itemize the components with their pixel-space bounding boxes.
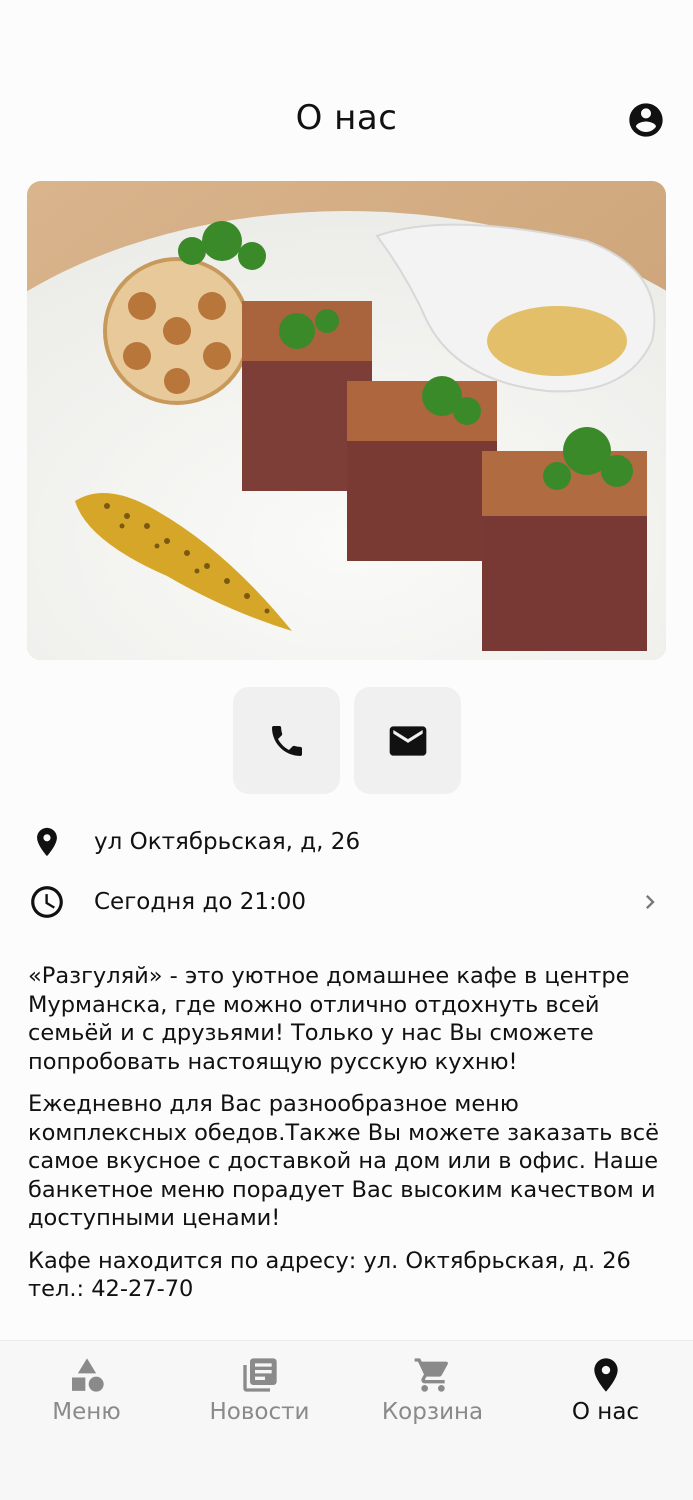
account-circle-icon[interactable] <box>626 100 666 140</box>
chevron-right-icon <box>636 888 664 916</box>
about-paragraph: «Разгуляй» - это уютное домашнее кафе в … <box>28 963 630 1075</box>
hours-row[interactable]: Сегодня до 21:00 <box>0 877 693 927</box>
tab-news[interactable]: Новости <box>173 1355 346 1425</box>
about-paragraph: Ежедневно для Вас разнообразное меню ком… <box>28 1091 659 1231</box>
map-pin-icon <box>593 1358 618 1392</box>
hours-text: Сегодня до 21:00 <box>94 889 307 915</box>
map-pin-icon <box>28 823 66 861</box>
tab-menu[interactable]: Меню <box>0 1355 173 1425</box>
app-header: О нас <box>0 0 693 170</box>
newspaper-icon <box>242 1358 277 1392</box>
email-button[interactable] <box>354 687 461 794</box>
tab-label: О нас <box>571 1399 640 1425</box>
tab-label: Корзина <box>381 1399 484 1425</box>
tab-cart[interactable]: Корзина <box>346 1355 519 1425</box>
address-row[interactable]: ул Октябрьская, д, 26 <box>0 817 693 867</box>
phone-icon <box>271 725 302 756</box>
tab-label: Меню <box>52 1399 121 1425</box>
mail-icon <box>389 725 426 756</box>
tab-label: Новости <box>209 1399 310 1425</box>
address-text: ул Октябрьская, д, 26 <box>94 829 361 855</box>
contact-buttons <box>233 687 461 794</box>
bottom-tab-bar: Меню Новости Корзина О нас <box>0 1340 693 1500</box>
about-paragraph: Кафе находится по адресу: ул. Октябрьска… <box>28 1247 631 1303</box>
page-title: О нас <box>295 98 398 138</box>
call-button[interactable] <box>233 687 340 794</box>
clock-icon <box>28 883 66 921</box>
shapes-icon <box>71 1358 104 1392</box>
tab-about[interactable]: О нас <box>519 1355 692 1425</box>
hero-image <box>27 181 666 660</box>
about-text: «Разгуляй» - это уютное домашнее кафе в … <box>28 962 668 1318</box>
cart-icon <box>414 1358 448 1392</box>
